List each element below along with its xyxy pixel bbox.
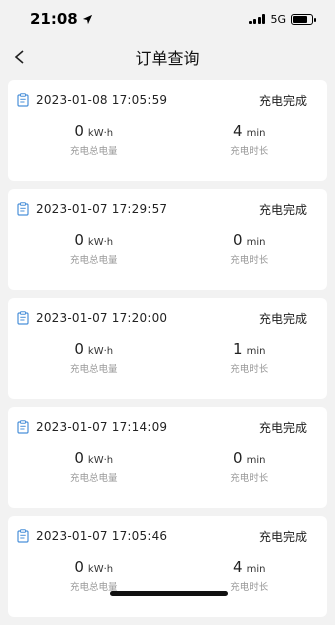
energy-stat: 0 kW·h 充电总电量 <box>16 120 172 170</box>
back-button[interactable] <box>8 45 32 69</box>
duration-stat: 1 min 充电时长 <box>172 338 328 388</box>
order-time: 2023-01-07 17:29:57 <box>36 202 168 216</box>
duration-unit: min <box>246 564 266 575</box>
signal-icon <box>248 14 266 24</box>
energy-unit: kW·h <box>87 346 114 357</box>
energy-value: 0 <box>74 122 84 140</box>
energy-label: 充电总电量 <box>69 146 118 157</box>
home-indicator[interactable] <box>110 591 228 596</box>
duration-value: 0 <box>233 231 243 249</box>
order-stats: 0 kW·h 充电总电量 1 min 充电时长 <box>16 338 327 388</box>
energy-label: 充电总电量 <box>69 255 118 266</box>
order-card[interactable]: 2023-01-07 17:29:57 充电完成 0 kW·h 充电总电量 0 … <box>8 189 327 290</box>
duration-value: 4 <box>233 558 243 576</box>
energy-value: 0 <box>74 340 84 358</box>
energy-value: 0 <box>74 558 84 576</box>
clipboard-icon <box>16 529 30 543</box>
order-status: 充电完成 <box>258 529 307 544</box>
duration-label: 充电时长 <box>230 582 269 593</box>
duration-value: 1 <box>233 340 243 358</box>
energy-stat: 0 kW·h 充电总电量 <box>16 338 172 388</box>
duration-label: 充电时长 <box>230 146 269 157</box>
energy-unit: kW·h <box>87 564 114 575</box>
energy-label: 充电总电量 <box>69 473 118 484</box>
order-status: 充电完成 <box>258 202 307 217</box>
duration-stat: 0 min 充电时长 <box>172 447 328 497</box>
order-card-header: 2023-01-08 17:05:59 充电完成 <box>16 80 327 120</box>
order-status: 充电完成 <box>258 420 307 435</box>
order-card[interactable]: 2023-01-07 17:20:00 充电完成 0 kW·h 充电总电量 1 … <box>8 298 327 399</box>
location-arrow-icon <box>82 14 92 24</box>
order-card[interactable]: 2023-01-08 17:05:59 充电完成 0 kW·h 充电总电量 4 … <box>8 80 327 181</box>
order-card-header: 2023-01-07 17:05:46 充电完成 <box>16 516 327 556</box>
order-stats: 0 kW·h 充电总电量 0 min 充电时长 <box>16 447 327 497</box>
duration-unit: min <box>246 346 266 357</box>
clipboard-icon <box>16 93 30 107</box>
duration-label: 充电时长 <box>230 473 269 484</box>
duration-stat: 0 min 充电时长 <box>172 229 328 279</box>
energy-stat: 0 kW·h 充电总电量 <box>16 229 172 279</box>
order-time: 2023-01-07 17:14:09 <box>36 420 168 434</box>
order-card-header: 2023-01-07 17:29:57 充电完成 <box>16 189 327 229</box>
order-card[interactable]: 2023-01-07 17:14:09 充电完成 0 kW·h 充电总电量 0 … <box>8 407 327 508</box>
order-card[interactable]: 2023-01-07 17:05:46 充电完成 0 kW·h 充电总电量 4 … <box>8 516 327 617</box>
energy-unit: kW·h <box>87 455 114 466</box>
duration-label: 充电时长 <box>230 364 269 375</box>
order-card-header: 2023-01-07 17:20:00 充电完成 <box>16 298 327 338</box>
status-indicators: 5G <box>248 12 316 26</box>
status-bar: 21:08 5G <box>0 0 335 38</box>
order-time: 2023-01-07 17:20:00 <box>36 311 168 325</box>
nav-bar: 订单查询 <box>0 38 335 76</box>
clock-text: 21:08 <box>30 10 78 28</box>
energy-unit: kW·h <box>87 128 114 139</box>
order-status: 充电完成 <box>258 93 307 108</box>
energy-value: 0 <box>74 449 84 467</box>
clipboard-icon <box>16 420 30 434</box>
energy-label: 充电总电量 <box>69 364 118 375</box>
duration-value: 0 <box>233 449 243 467</box>
duration-unit: min <box>246 455 266 466</box>
order-card-header: 2023-01-07 17:14:09 充电完成 <box>16 407 327 447</box>
clipboard-icon <box>16 311 30 325</box>
order-stats: 0 kW·h 充电总电量 0 min 充电时长 <box>16 229 327 279</box>
battery-icon <box>291 13 316 25</box>
order-list[interactable]: 2023-01-08 17:05:59 充电完成 0 kW·h 充电总电量 4 … <box>8 80 327 625</box>
order-status: 充电完成 <box>258 311 307 326</box>
order-time: 2023-01-08 17:05:59 <box>36 93 168 107</box>
energy-value: 0 <box>74 231 84 249</box>
order-time: 2023-01-07 17:05:46 <box>36 529 168 543</box>
duration-unit: min <box>246 128 266 139</box>
duration-stat: 4 min 充电时长 <box>172 120 328 170</box>
energy-stat: 0 kW·h 充电总电量 <box>16 447 172 497</box>
network-type: 5G <box>270 12 286 26</box>
duration-unit: min <box>246 237 266 248</box>
duration-value: 4 <box>233 122 243 140</box>
clipboard-icon <box>16 202 30 216</box>
duration-label: 充电时长 <box>230 255 269 266</box>
energy-unit: kW·h <box>87 237 114 248</box>
battery-fill <box>293 15 308 23</box>
chevron-left-icon <box>14 50 24 64</box>
order-stats: 0 kW·h 充电总电量 4 min 充电时长 <box>16 120 327 170</box>
page-title: 订单查询 <box>135 49 200 68</box>
status-time: 21:08 <box>30 10 93 28</box>
